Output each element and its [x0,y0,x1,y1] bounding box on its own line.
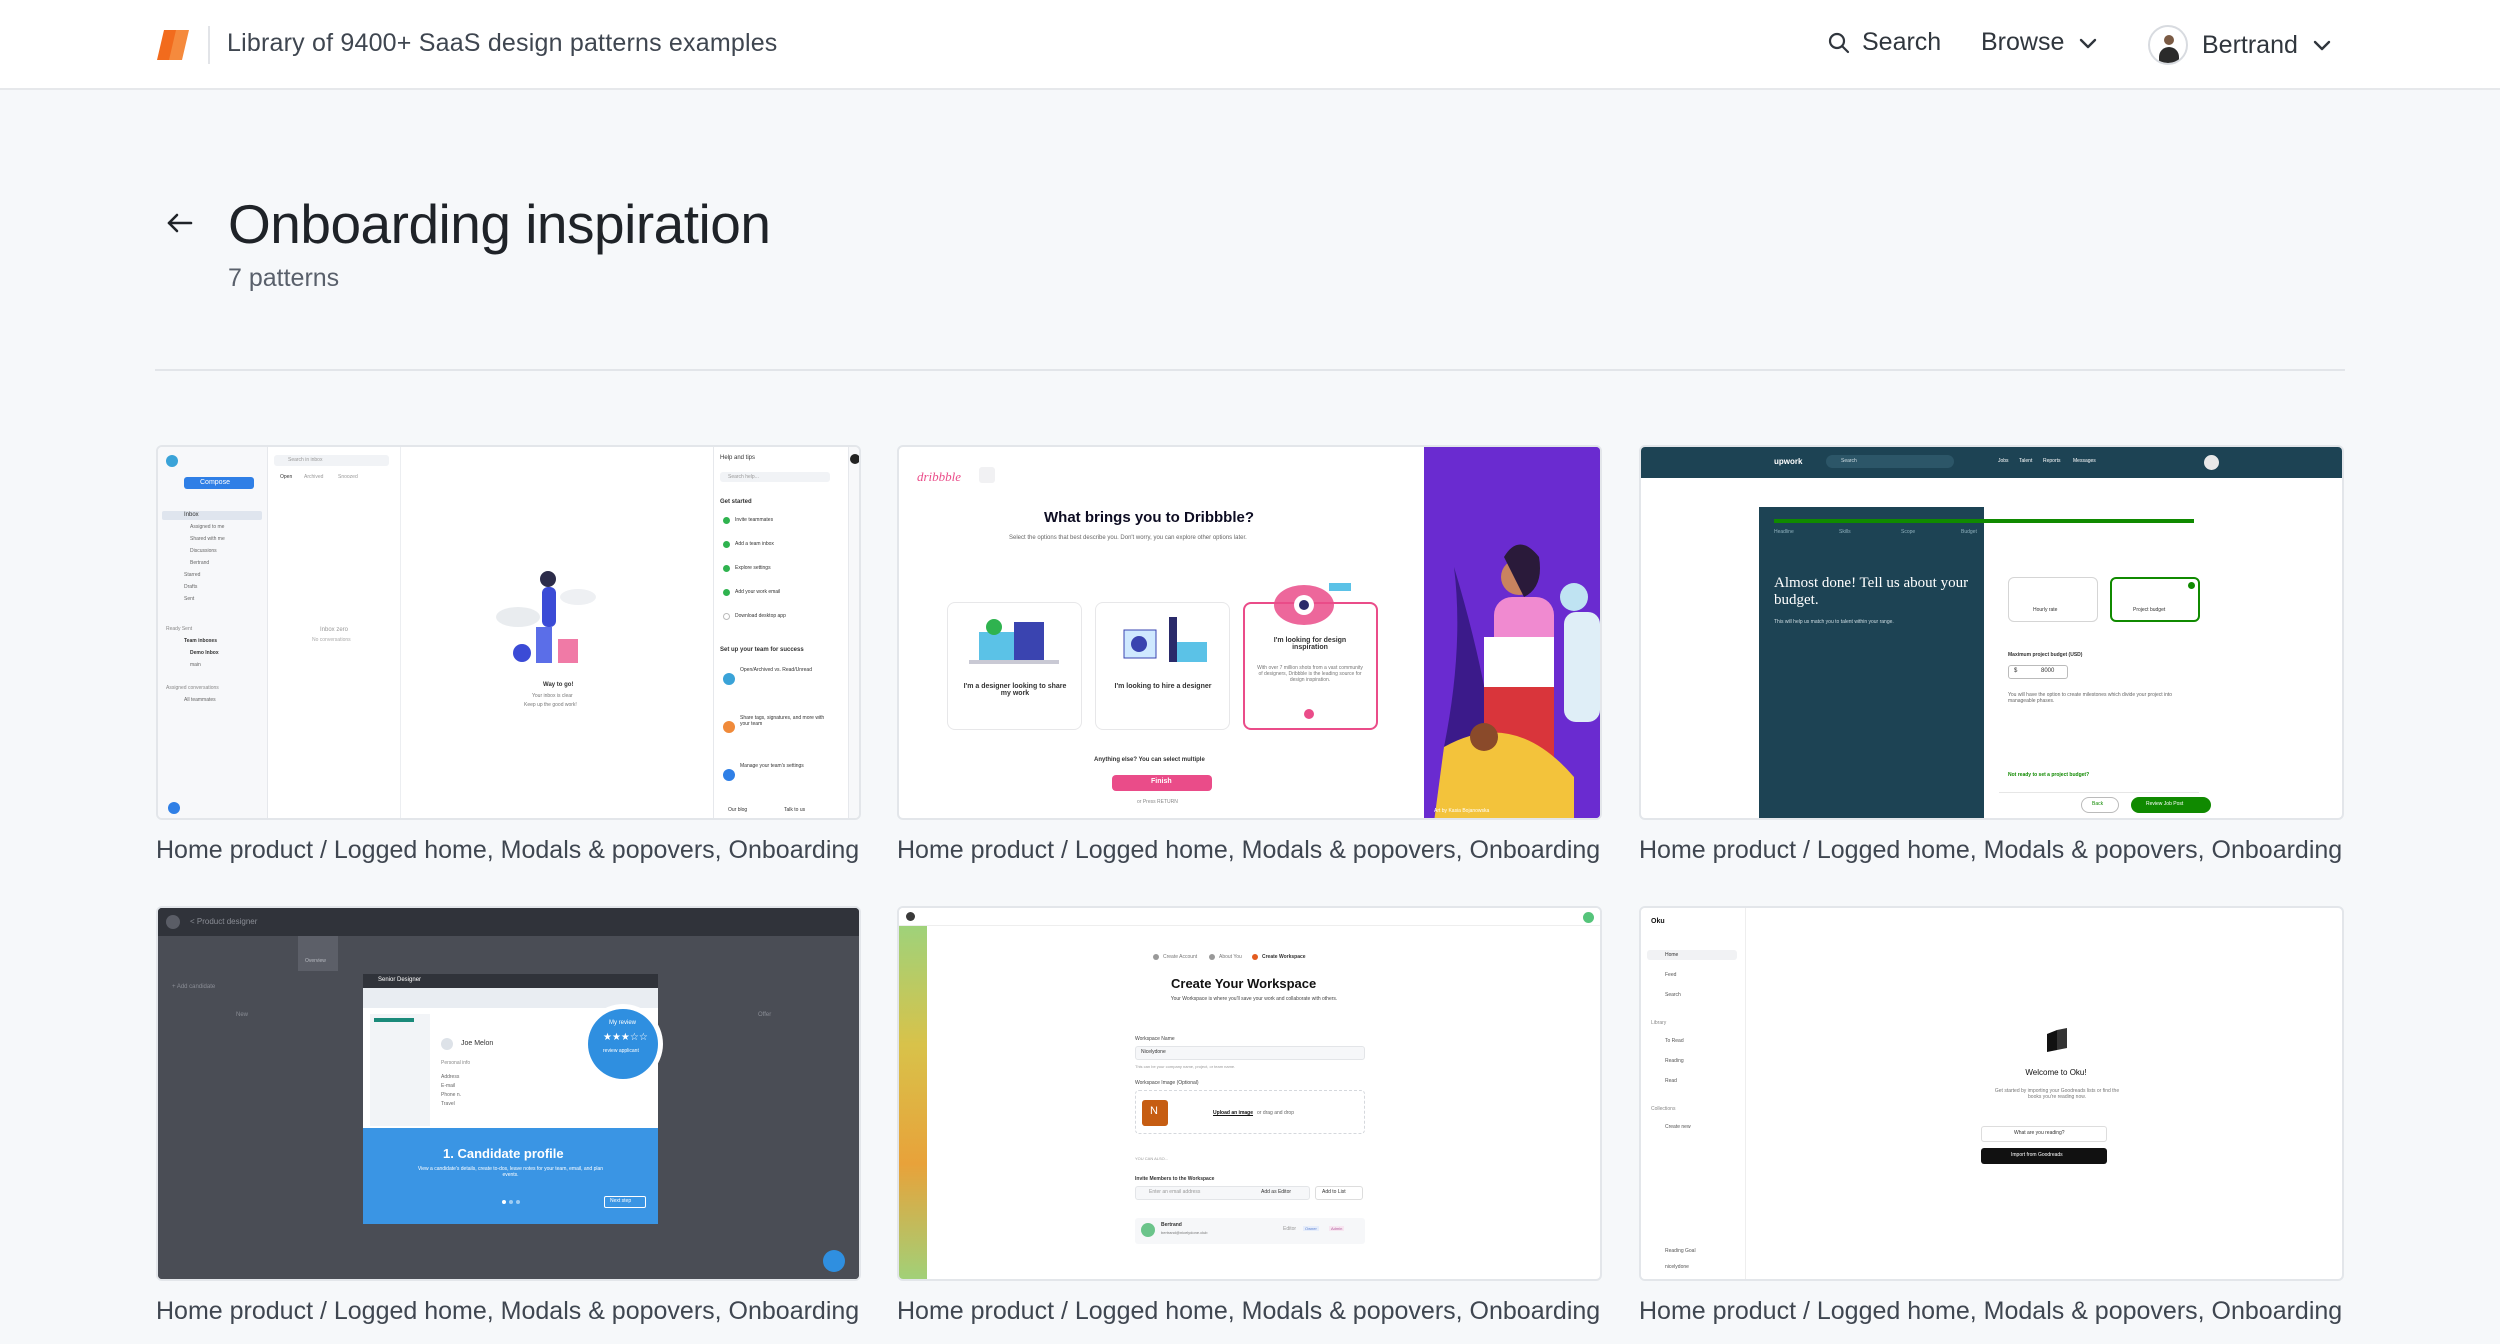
next-step-button: Next step [610,1198,632,1204]
pattern-caption[interactable]: Home product / Logged home, Modals & pop… [1639,1297,2344,1326]
pattern-thumbnail[interactable]: Compose Inbox Assigned to me Shared with… [156,445,861,820]
illustration-image [1274,583,1351,625]
pattern-caption[interactable]: Home product / Logged home, Modals & pop… [897,836,1602,865]
pattern-thumbnail[interactable]: upwork Search Jobs Talent Reports Messag… [1639,445,2344,820]
nav-divider [208,26,210,64]
book-icon [2047,1028,2067,1052]
search-label: Search [1862,28,1942,56]
pattern-caption[interactable]: Home product / Logged home, Modals & pop… [897,1297,1602,1326]
pattern-card[interactable]: Create Account About You Create Workspac… [897,906,1602,1326]
chevron-down-icon [2080,38,2097,48]
compose-button: Compose [200,479,230,486]
browse-label: Browse [1981,28,2065,56]
illustration-image [1424,447,1600,818]
pattern-card[interactable]: dribbble What brings you to Dribbble? Se… [897,445,1602,865]
brand-logo-icon[interactable] [155,28,191,62]
pattern-caption[interactable]: Home product / Logged home, Modals & pop… [156,1297,861,1326]
pattern-card[interactable]: upwork Search Jobs Talent Reports Messag… [1639,445,2344,865]
user-menu[interactable]: Bertrand [2148,25,2332,65]
page-title: Onboarding inspiration [228,193,771,255]
top-nav: Library of 9400+ SaaS design patterns ex… [0,0,2500,90]
pattern-count: 7 patterns [228,264,340,292]
pattern-card[interactable]: Compose Inbox Assigned to me Shared with… [156,445,861,865]
illustration-image [496,571,596,663]
review-job-post-button: Review Job Post [2146,801,2184,807]
pattern-thumbnail[interactable]: Create Account About You Create Workspac… [897,906,1602,1281]
search-icon [1828,32,1850,53]
header-divider [155,369,2345,371]
site-title[interactable]: Library of 9400+ SaaS design patterns ex… [227,29,778,58]
back-arrow-icon[interactable] [165,208,195,238]
avatar [2148,25,2188,65]
pattern-caption[interactable]: Home product / Logged home, Modals & pop… [156,836,861,865]
illustration-image [1123,617,1207,662]
illustration-image [969,619,1059,664]
pattern-thumbnail[interactable]: < Product designer Overview + Add candid… [156,906,861,1281]
rating-stars: ★★★☆☆ [603,1032,648,1043]
import-goodreads-button: Import from Goodreads [2011,1152,2063,1158]
pattern-card[interactable]: Oku Home Feed Search Library To Read Rea… [1639,906,2344,1326]
pattern-caption[interactable]: Home product / Logged home, Modals & pop… [1639,836,2344,865]
chevron-down-icon [2313,40,2331,51]
browse-menu[interactable]: Browse [1981,28,2098,57]
pattern-thumbnail[interactable]: Oku Home Feed Search Library To Read Rea… [1639,906,2344,1281]
finish-button: Finish [1151,778,1172,785]
pattern-card[interactable]: < Product designer Overview + Add candid… [156,906,861,1326]
dribbble-logo: dribbble [917,469,962,484]
user-name: Bertrand [2202,30,2298,59]
pattern-thumbnail[interactable]: dribbble What brings you to Dribbble? Se… [897,445,1602,820]
search-button[interactable]: Search [1828,28,1941,57]
